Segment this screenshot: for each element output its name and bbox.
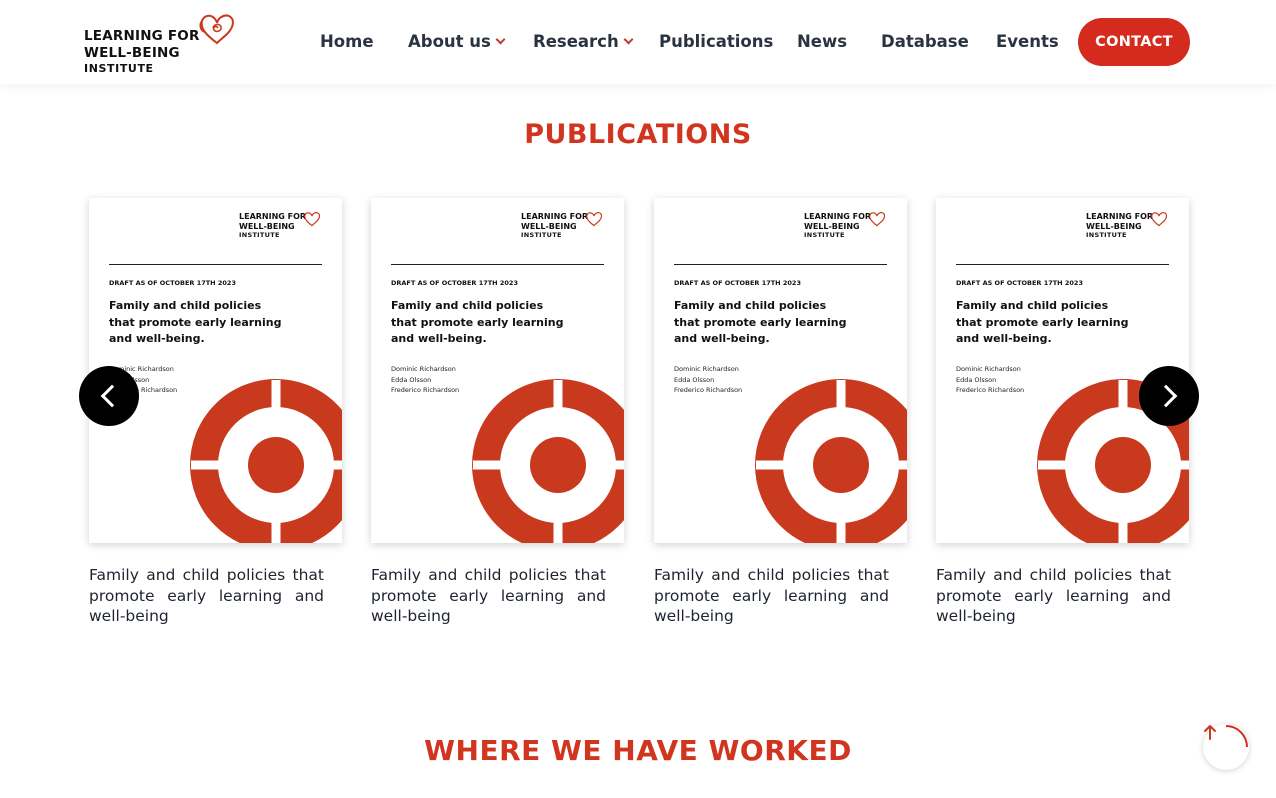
back-to-top-button[interactable] bbox=[1203, 724, 1249, 770]
cover-author: Frederico Richardson bbox=[391, 386, 460, 394]
publications-heading: PUBLICATIONS bbox=[524, 119, 752, 150]
site-logo[interactable]: LEARNING FOR WELL-BEING INSTITUTE bbox=[84, 12, 244, 75]
cover-title: Family and child policies that promote e… bbox=[956, 299, 1129, 345]
chevron-down-icon bbox=[495, 34, 506, 45]
nav-research-label: Research bbox=[533, 32, 619, 51]
publication-caption[interactable]: Family and child policies that promote e… bbox=[371, 565, 606, 627]
cover-title: Family and child policies that promote e… bbox=[109, 299, 282, 345]
publication-card[interactable]: LEARNING FOR WELL-BEING INSTITUTE DRAFT AS … bbox=[654, 198, 907, 627]
carousel-next-button[interactable] bbox=[1139, 366, 1199, 426]
cover-author: Dominic Richardson bbox=[391, 365, 456, 373]
publication-cover[interactable]: LEARNING FOR WELL-BEING INSTITUTE DRAFT AS … bbox=[654, 198, 907, 543]
cover-author: Edda Olsson bbox=[391, 375, 432, 384]
cover-divider bbox=[109, 264, 322, 265]
heart-logo-icon bbox=[1151, 212, 1168, 227]
cover-logo: LEARNING FOR WELL-BEING INSTITUTE bbox=[1086, 212, 1153, 241]
cover-author: Dominic Richardson bbox=[674, 365, 739, 373]
ring-emblem-icon bbox=[472, 379, 624, 543]
cover-authors: Dominic Richardson Edda Olsson Frederico R… bbox=[674, 364, 742, 396]
cover-logo: LEARNING FOR WELL-BEING INSTITUTE bbox=[239, 212, 306, 241]
cover-logo-line-1: LEARNING FOR bbox=[521, 212, 589, 221]
nav-publications[interactable]: Publications bbox=[659, 28, 773, 56]
cover-draft-label: DRAFT AS OF OCTOBER 17TH 2023 bbox=[956, 279, 1083, 287]
heart-logo-icon bbox=[199, 14, 234, 45]
nav-news[interactable]: News bbox=[797, 28, 847, 56]
cover-draft-label: DRAFT AS OF OCTOBER 17TH 2023 bbox=[109, 279, 236, 287]
cover-logo-line-3: INSTITUTE bbox=[239, 231, 280, 239]
cover-logo-line-3: INSTITUTE bbox=[521, 231, 562, 239]
nav-news-label: News bbox=[797, 32, 848, 51]
cover-logo: LEARNING FOR WELL-BEING INSTITUTE bbox=[521, 212, 588, 241]
nav-about-us[interactable]: About us bbox=[408, 28, 506, 56]
cover-logo-line-2: WELL-BEING bbox=[521, 221, 577, 231]
cover-logo-line-3: INSTITUTE bbox=[804, 231, 845, 239]
nav-events-label: Events bbox=[996, 32, 1059, 51]
cover-logo-line-2: WELL-BEING bbox=[804, 221, 860, 231]
publication-cover[interactable]: LEARNING FOR WELL-BEING INSTITUTE DRAFT AS … bbox=[89, 198, 342, 543]
nav-database-label: Database bbox=[881, 32, 969, 51]
publication-card[interactable]: LEARNING FOR WELL-BEING INSTITUTE DRAFT AS … bbox=[371, 198, 624, 627]
cover-logo-line-2: WELL-BEING bbox=[239, 221, 295, 231]
cover-author: Edda Olsson bbox=[956, 375, 997, 384]
heart-logo-icon bbox=[586, 212, 603, 227]
cover-logo-line-1: LEARNING FOR bbox=[1086, 212, 1154, 221]
cover-draft-label: DRAFT AS OF OCTOBER 17TH 2023 bbox=[391, 279, 518, 287]
cover-author: Frederico Richardson bbox=[956, 386, 1025, 394]
nav-database[interactable]: Database bbox=[881, 28, 969, 56]
cover-logo-line-1: LEARNING FOR bbox=[804, 212, 872, 221]
cover-author: Dominic Richardson bbox=[956, 365, 1021, 373]
cover-authors: Dominic Richardson Edda Olsson Frederico R… bbox=[391, 364, 459, 396]
publication-cover[interactable]: LEARNING FOR WELL-BEING INSTITUTE DRAFT AS … bbox=[371, 198, 624, 543]
cover-title: Family and child policies that promote e… bbox=[674, 299, 847, 345]
where-we-worked-heading: WHERE WE HAVE WORKED bbox=[424, 734, 852, 767]
cover-logo-line-3: INSTITUTE bbox=[1086, 231, 1127, 239]
ring-emblem-icon bbox=[755, 379, 907, 543]
nav-about-us-label: About us bbox=[408, 32, 491, 51]
ring-emblem-icon bbox=[190, 379, 342, 543]
nav-home[interactable]: Home bbox=[320, 28, 374, 56]
chevron-down-icon bbox=[623, 34, 634, 45]
cover-divider bbox=[391, 264, 604, 265]
site-header: LEARNING FOR WELL-BEING INSTITUTE Home A… bbox=[0, 0, 1276, 84]
nav-publications-label: Publications bbox=[659, 32, 774, 51]
cover-logo-line-2: WELL-BEING bbox=[1086, 221, 1142, 231]
logo-line-2: WELL-BEING bbox=[84, 45, 180, 61]
cover-author: Edda Olsson bbox=[674, 375, 715, 384]
heart-logo-icon bbox=[304, 212, 321, 227]
cover-logo: LEARNING FOR WELL-BEING INSTITUTE bbox=[804, 212, 871, 241]
logo-wordmark: LEARNING FOR WELL-BEING INSTITUTE bbox=[84, 28, 200, 76]
cover-authors: Dominic Richardson Edda Olsson Frederico R… bbox=[956, 364, 1024, 396]
nav-research[interactable]: Research bbox=[533, 28, 634, 56]
contact-button[interactable]: CONTACT bbox=[1078, 18, 1190, 66]
nav-home-label: Home bbox=[320, 32, 374, 51]
publication-caption[interactable]: Family and child policies that promote e… bbox=[89, 565, 324, 627]
nav-events[interactable]: Events bbox=[996, 28, 1059, 56]
logo-line-3: INSTITUTE bbox=[84, 62, 154, 75]
carousel-prev-button[interactable] bbox=[79, 366, 139, 426]
chevron-left-icon bbox=[100, 384, 124, 408]
heart-logo-icon bbox=[869, 212, 886, 227]
cover-author: Frederico Richardson bbox=[674, 386, 743, 394]
cover-draft-label: DRAFT AS OF OCTOBER 17TH 2023 bbox=[674, 279, 801, 287]
logo-line-1: LEARNING FOR bbox=[84, 28, 200, 44]
cover-divider bbox=[956, 264, 1169, 265]
cover-logo-line-1: LEARNING FOR bbox=[239, 212, 307, 221]
publication-caption[interactable]: Family and child policies that promote e… bbox=[654, 565, 889, 627]
chevron-right-icon bbox=[1154, 384, 1178, 408]
cover-title: Family and child policies that promote e… bbox=[391, 299, 564, 345]
arrow-up-icon bbox=[1204, 725, 1216, 740]
publication-caption[interactable]: Family and child policies that promote e… bbox=[936, 565, 1171, 627]
cover-divider bbox=[674, 264, 887, 265]
